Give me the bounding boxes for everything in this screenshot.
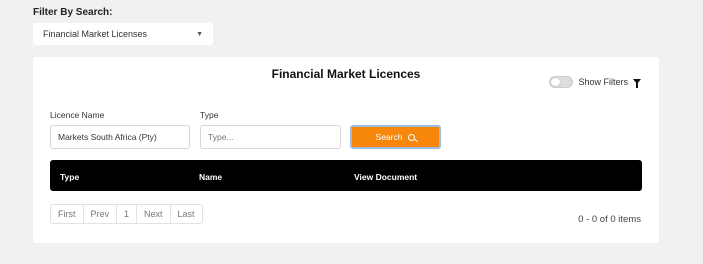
show-filters-label: Show Filters — [578, 77, 628, 87]
show-filters-toggle[interactable] — [549, 76, 574, 88]
type-label: Type — [200, 110, 219, 120]
column-header-view-document[interactable]: View Document — [354, 172, 417, 182]
show-filters-control[interactable]: Show Filters — [549, 76, 641, 88]
search-icon — [408, 133, 416, 141]
filter-by-search-label: Filter By Search: — [33, 7, 113, 18]
column-header-type[interactable]: Type — [60, 172, 79, 182]
filter-select-value: Financial Market Licenses — [43, 29, 148, 39]
search-button-label: Search — [375, 132, 403, 142]
funnel-icon[interactable] — [633, 78, 641, 88]
pager-page-1[interactable]: 1 — [117, 205, 138, 223]
pager-prev-button[interactable]: Prev — [84, 205, 118, 223]
items-summary: 0 - 0 of 0 items — [578, 214, 641, 225]
licence-name-input[interactable]: Markets South Africa (Pty) — [50, 125, 190, 149]
table-header: Type Name View Document — [50, 160, 642, 191]
licences-card: Financial Market Licences Show Filters L… — [33, 57, 659, 243]
column-header-name[interactable]: Name — [199, 172, 222, 182]
caret-down-icon: ▼ — [196, 30, 203, 38]
pager-next-button[interactable]: Next — [137, 205, 171, 223]
toggle-knob — [551, 78, 561, 86]
pager-first-button[interactable]: First — [51, 205, 84, 223]
pagination: First Prev 1 Next Last — [50, 204, 203, 224]
type-input[interactable]: Type... — [200, 125, 341, 149]
filter-select[interactable]: Financial Market Licenses ▼ — [33, 23, 213, 45]
search-button[interactable]: Search — [350, 125, 441, 149]
pager-last-button[interactable]: Last — [171, 205, 202, 223]
licence-name-label: Licence Name — [50, 110, 105, 120]
